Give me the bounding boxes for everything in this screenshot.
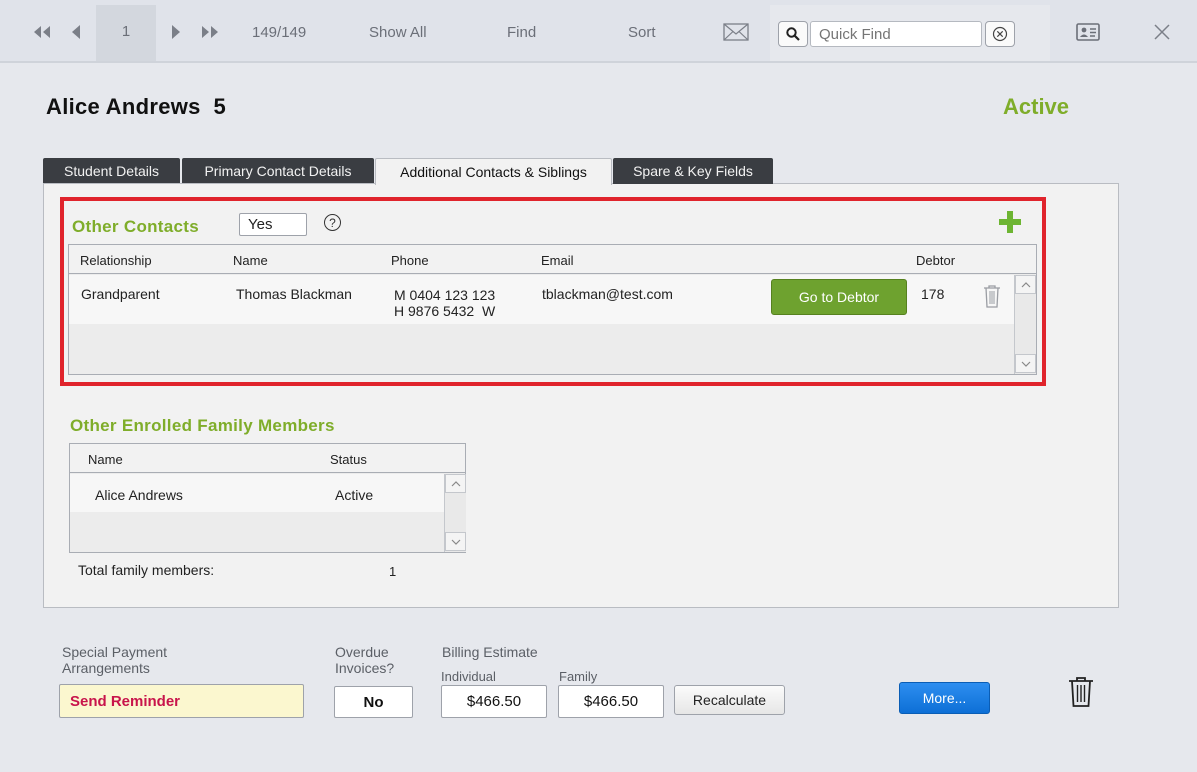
special-payment-label-line2: Arrangements — [62, 660, 150, 676]
show-all-button[interactable]: Show All — [369, 0, 427, 63]
special-payment-field[interactable]: Send Reminder — [59, 684, 304, 718]
last-record-icon[interactable] — [196, 0, 224, 63]
record-number[interactable]: 1 — [96, 0, 156, 63]
sort-button[interactable]: Sort — [628, 0, 656, 63]
record-count: 149/149 — [252, 24, 307, 41]
highlight-box — [60, 197, 1046, 386]
student-name: Alice Andrews 5 — [46, 94, 227, 119]
family-estimate-field[interactable]: $466.50 — [558, 685, 664, 718]
family-label: Family — [559, 669, 598, 684]
individual-estimate-field[interactable]: $466.50 — [441, 685, 547, 718]
family-members-label: Other Enrolled Family Members — [70, 416, 335, 435]
scroll-up-icon[interactable] — [445, 474, 466, 493]
family-scrollbar[interactable] — [444, 474, 466, 552]
overdue-label-line1: Overdue — [335, 644, 389, 660]
clear-search-icon[interactable] — [985, 21, 1015, 47]
family-member-name[interactable]: Alice Andrews — [95, 487, 183, 503]
tab-student-details[interactable]: Student Details — [43, 158, 180, 184]
overdue-label-line2: Invoices? — [335, 660, 395, 676]
previous-record-icon[interactable] — [66, 0, 86, 63]
close-icon[interactable] — [1150, 0, 1174, 63]
table-header: Name Status — [70, 444, 465, 473]
find-button[interactable]: Find — [507, 0, 536, 63]
envelope-icon[interactable] — [720, 0, 752, 63]
tab-primary-contact-details[interactable]: Primary Contact Details — [182, 158, 374, 184]
contact-card-icon[interactable] — [1072, 0, 1104, 63]
delete-record-icon[interactable] — [1068, 676, 1094, 713]
tab-additional-contacts-siblings[interactable]: Additional Contacts & Siblings — [375, 158, 612, 185]
total-family-value: 1 — [389, 564, 397, 579]
scroll-down-icon[interactable] — [445, 532, 466, 551]
tab-spare-key-fields[interactable]: Spare & Key Fields — [613, 158, 773, 184]
billing-estimate-label: Billing Estimate — [442, 644, 538, 660]
column-header: Name — [88, 452, 123, 467]
recalculate-button[interactable]: Recalculate — [674, 685, 785, 715]
toolbar: 1 149/149 Show All Find Sort — [0, 0, 1197, 63]
total-family-label: Total family members: — [78, 562, 215, 578]
first-record-icon[interactable] — [28, 0, 56, 63]
overdue-invoices-field[interactable]: No — [334, 686, 413, 718]
next-record-icon[interactable] — [166, 0, 186, 63]
special-payment-label-line1: Special Payment — [62, 644, 168, 660]
more-button[interactable]: More... — [899, 682, 990, 714]
student-status: Active — [1003, 94, 1070, 119]
quick-find-input[interactable] — [810, 21, 982, 47]
column-header: Status — [330, 452, 367, 467]
search-icon[interactable] — [778, 21, 808, 47]
individual-label: Individual — [441, 669, 496, 684]
family-member-status[interactable]: Active — [335, 487, 373, 503]
